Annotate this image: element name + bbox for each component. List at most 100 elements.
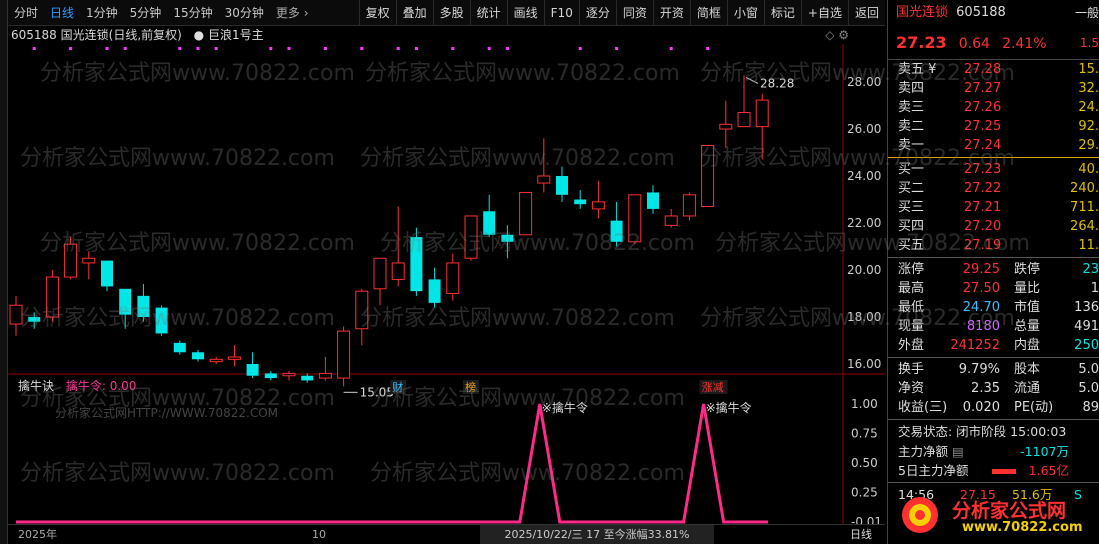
chart-settings-icon[interactable]: ◇ ⚙ bbox=[825, 26, 849, 44]
stat-label: 涨停 bbox=[898, 262, 925, 277]
signal-dot bbox=[414, 47, 418, 50]
stat-value: 23 bbox=[1082, 262, 1099, 277]
stat-label: 换手 bbox=[898, 362, 925, 377]
divider bbox=[888, 419, 1099, 420]
bid-row-1[interactable]: 买一 27.23 40. bbox=[888, 160, 1099, 179]
quote-panel: 国光连锁 605188 一般 27.23 0.64 2.41% 1.5 卖五 ¥… bbox=[887, 0, 1099, 544]
candle-body-up bbox=[82, 257, 96, 264]
candle-body-up bbox=[391, 262, 405, 280]
tool-minute-button[interactable]: 逐分 bbox=[578, 0, 616, 26]
tool-overlay-button[interactable]: 叠加 bbox=[395, 0, 433, 26]
footer-period-label[interactable]: 日线 bbox=[850, 525, 872, 544]
ask-label: 卖五 ¥ bbox=[898, 62, 937, 77]
candle-body-up bbox=[464, 215, 478, 259]
back-button[interactable]: 返回 bbox=[847, 0, 885, 26]
period-tab-30min[interactable]: 30分钟 bbox=[219, 0, 270, 26]
panel-title: 国光连锁 605188 一般 bbox=[888, 0, 1099, 26]
candle-body-down bbox=[647, 192, 659, 209]
bid-price: 27.20 bbox=[964, 219, 1002, 234]
tool-draw-button[interactable]: 画线 bbox=[506, 0, 544, 26]
stat-value: 24.70 bbox=[962, 300, 1000, 315]
ask-price: 27.25 bbox=[964, 119, 1002, 134]
indicator-selector[interactable]: ● 巨浪1号主 bbox=[194, 28, 264, 42]
candle-body-up bbox=[282, 372, 296, 377]
period-tab-daily[interactable]: 日线 bbox=[44, 0, 80, 26]
stat-value: 89 bbox=[1082, 400, 1099, 415]
price-axis-label: 22.00 bbox=[847, 216, 881, 230]
signal-dot bbox=[69, 47, 73, 50]
signal-dot bbox=[287, 47, 291, 50]
bid-label: 买三 bbox=[898, 200, 925, 215]
add-watchlist-button[interactable]: +自选 bbox=[800, 0, 848, 26]
ask-volume: 29. bbox=[1078, 138, 1099, 153]
signal-dot bbox=[196, 47, 200, 50]
info-icon[interactable]: ▤ bbox=[952, 444, 964, 459]
signal-dot bbox=[323, 47, 327, 50]
quote1-row-4: 现量 8180 总量 491 bbox=[888, 317, 1099, 336]
period-tab-15min[interactable]: 15分钟 bbox=[167, 0, 218, 26]
candle-body-up bbox=[373, 257, 387, 290]
period-tab-1min[interactable]: 1分钟 bbox=[80, 0, 124, 26]
price-change: 0.64 bbox=[958, 36, 990, 52]
chart-area[interactable]: 605188 国光连锁(日线,前复权) ● 巨浪1号主 ◇ ⚙ 28.00 26.… bbox=[8, 26, 885, 544]
ask-row-3[interactable]: 卖三 27.26 24. bbox=[888, 98, 1099, 117]
stat-value: 1 bbox=[1090, 281, 1099, 296]
ask-row-4[interactable]: 卖二 27.25 92. bbox=[888, 117, 1099, 136]
axis-year-label: 2025年 bbox=[18, 528, 57, 541]
ask-row-1[interactable]: 卖五 ¥ 27.28 15. bbox=[888, 60, 1099, 79]
kline-chart[interactable]: 28.00 26.00 24.00 22.00 20.00 18.00 16.00 28.28… bbox=[8, 44, 885, 524]
candle-body-down bbox=[137, 295, 150, 317]
tool-stats-button[interactable]: 统计 bbox=[469, 0, 507, 26]
event-mark: 财 bbox=[392, 380, 403, 394]
five-day-flow-bar bbox=[992, 469, 1016, 474]
bid-row-4[interactable]: 买四 27.20 264. bbox=[888, 217, 1099, 236]
ask-volume: 15. bbox=[1078, 62, 1099, 77]
period-tab-5min[interactable]: 5分钟 bbox=[124, 0, 168, 26]
candle-body-down bbox=[428, 279, 441, 303]
signal-dot bbox=[396, 47, 400, 50]
stat-value: 491 bbox=[1074, 319, 1099, 334]
ask-row-2[interactable]: 卖四 27.27 32. bbox=[888, 79, 1099, 98]
event-mark: 榜 bbox=[465, 380, 476, 394]
tool-open-button[interactable]: 开资 bbox=[652, 0, 690, 26]
stat-value: 5.0 bbox=[1078, 381, 1099, 396]
ask-price: 27.26 bbox=[964, 100, 1002, 115]
tool-mini-window-button[interactable]: 小窗 bbox=[726, 0, 764, 26]
tool-same-button[interactable]: 同资 bbox=[615, 0, 653, 26]
price-axis-label: 28.00 bbox=[847, 75, 881, 89]
chart-header: 605188 国光连锁(日线,前复权) ● 巨浪1号主 ◇ ⚙ bbox=[8, 26, 885, 44]
sub-axis-label: 0.75 bbox=[851, 427, 878, 441]
candle-body-up bbox=[337, 330, 351, 379]
five-day-flow-label: 5日主力净额 bbox=[898, 463, 969, 478]
price-axis-label: 16.00 bbox=[847, 357, 881, 371]
ask-book: 卖五 ¥ 27.28 15. 卖四 27.27 32. 卖三 27.26 24. 卖二… bbox=[888, 60, 1099, 155]
period-more-menu[interactable]: 更多 › bbox=[270, 0, 315, 26]
stat-value: 2.35 bbox=[971, 381, 1000, 396]
bid-volume: 711. bbox=[1070, 200, 1099, 215]
tool-adjust-button[interactable]: 复权 bbox=[358, 0, 396, 26]
bid-row-2[interactable]: 买二 27.22 240. bbox=[888, 179, 1099, 198]
trade-status: 交易状态: 闭市阶段 15:00:03 bbox=[898, 424, 1067, 439]
sub-indicator-name[interactable]: 擒牛诀 bbox=[18, 379, 54, 393]
ask-label: 卖四 bbox=[898, 81, 925, 96]
tool-f10-button[interactable]: F10 bbox=[543, 0, 579, 26]
last-price: 27.23 bbox=[896, 33, 947, 52]
candle-body-down bbox=[264, 373, 277, 379]
period-tab-timeshare[interactable]: 分时 bbox=[8, 0, 44, 26]
bid-row-5[interactable]: 买五 27.19 11. bbox=[888, 236, 1099, 255]
bid-row-3[interactable]: 买三 27.21 711. bbox=[888, 198, 1099, 217]
signal-dot bbox=[269, 47, 273, 50]
signal-dot bbox=[487, 47, 491, 50]
stat-value: 250 bbox=[1074, 338, 1099, 353]
tool-simple-frame-button[interactable]: 简框 bbox=[689, 0, 727, 26]
candle-body-down bbox=[610, 220, 623, 242]
tool-mark-button[interactable]: 标记 bbox=[763, 0, 801, 26]
tool-multi-stock-button[interactable]: 多股 bbox=[432, 0, 470, 26]
axis-month-label: 10 bbox=[312, 528, 326, 541]
book-divider bbox=[888, 157, 1099, 158]
stat-label: 内盘 bbox=[1014, 338, 1041, 353]
ask-row-5[interactable]: 卖一 27.24 29. bbox=[888, 136, 1099, 155]
stat-value: 8180 bbox=[966, 319, 1000, 334]
candle-body-up bbox=[64, 243, 78, 278]
ask-price: 27.28 bbox=[964, 62, 1002, 77]
